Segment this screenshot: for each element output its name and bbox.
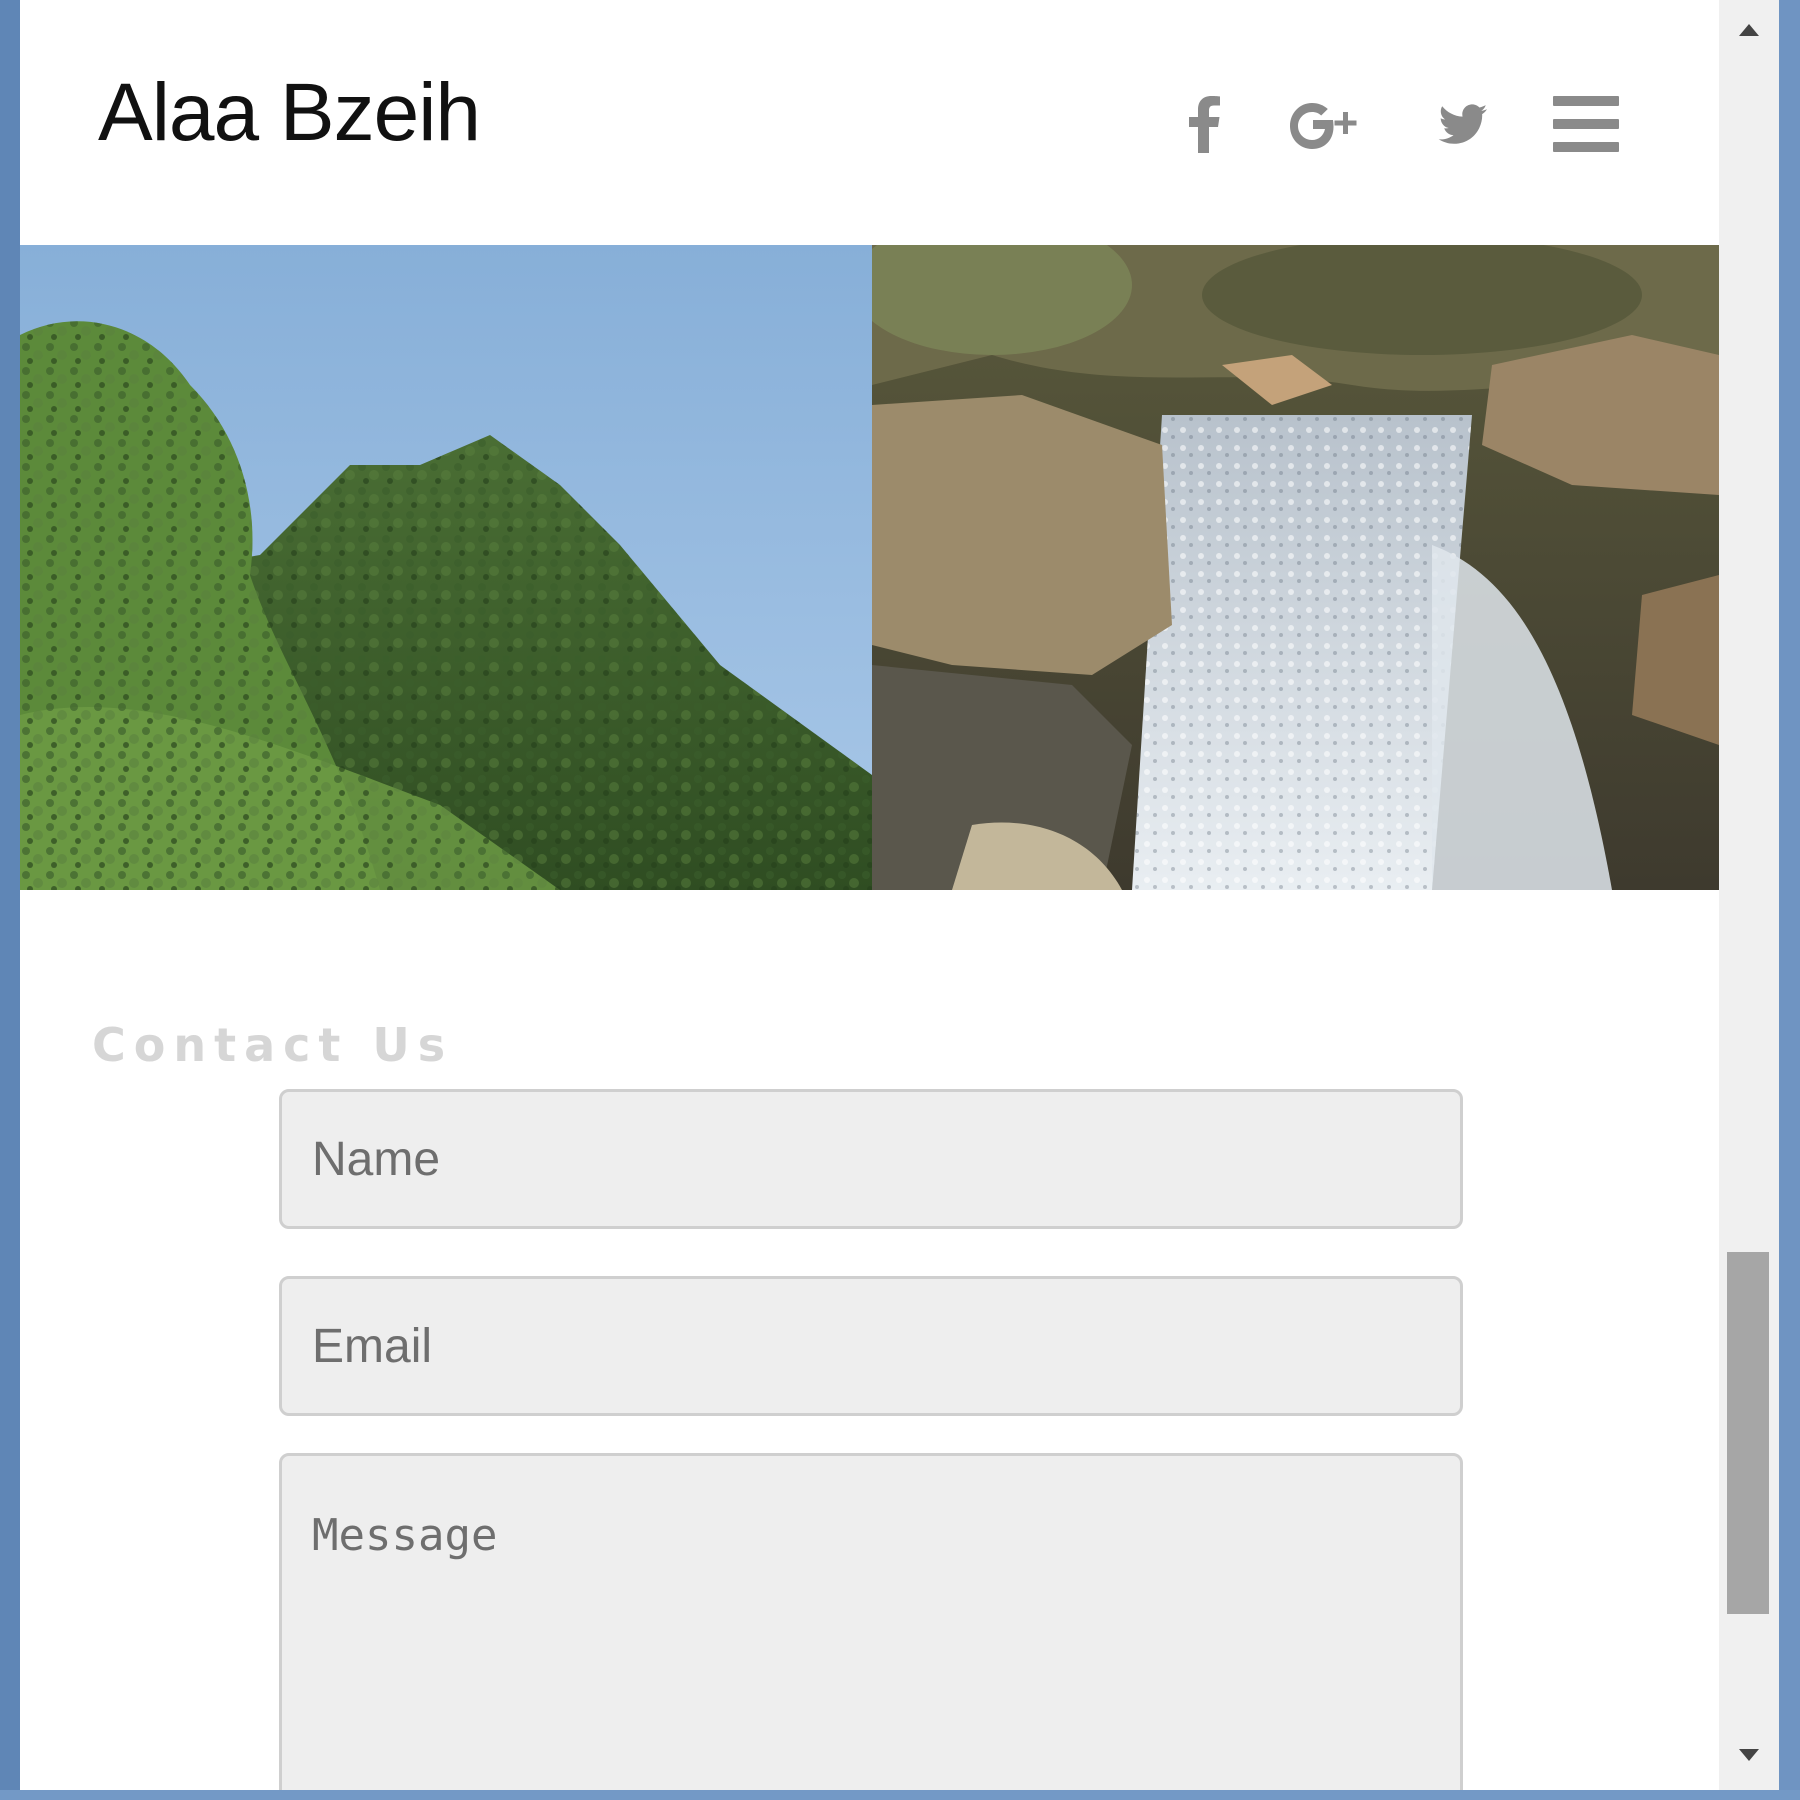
hamburger-menu-icon[interactable] (1553, 96, 1619, 152)
window-frame (0, 1790, 1800, 1800)
site-title[interactable]: Alaa Bzeih (98, 66, 481, 160)
message-field[interactable] (279, 1453, 1463, 1790)
facebook-icon[interactable] (1185, 95, 1225, 160)
browser-window: Alaa Bzeih Contact Us Name Email Message (0, 0, 1800, 1800)
menu-bar (1553, 96, 1619, 106)
mountain-photo (20, 245, 872, 890)
contact-heading: Contact Us (92, 1018, 454, 1072)
scroll-up-icon[interactable] (1719, 5, 1779, 55)
hero-gallery (20, 245, 1719, 890)
window-frame (1779, 0, 1800, 1800)
email-field[interactable] (279, 1276, 1463, 1416)
scroll-down-icon[interactable] (1719, 1730, 1779, 1780)
google-plus-icon[interactable] (1288, 98, 1360, 159)
name-field[interactable] (279, 1089, 1463, 1229)
waterfall-photo (872, 245, 1719, 890)
menu-bar (1553, 119, 1619, 129)
twitter-icon[interactable] (1438, 104, 1488, 153)
menu-bar (1553, 142, 1619, 152)
scrollbar-thumb[interactable] (1727, 1252, 1769, 1614)
vertical-scrollbar[interactable] (1719, 0, 1779, 1790)
page-viewport: Alaa Bzeih Contact Us Name Email Message (20, 0, 1719, 1790)
